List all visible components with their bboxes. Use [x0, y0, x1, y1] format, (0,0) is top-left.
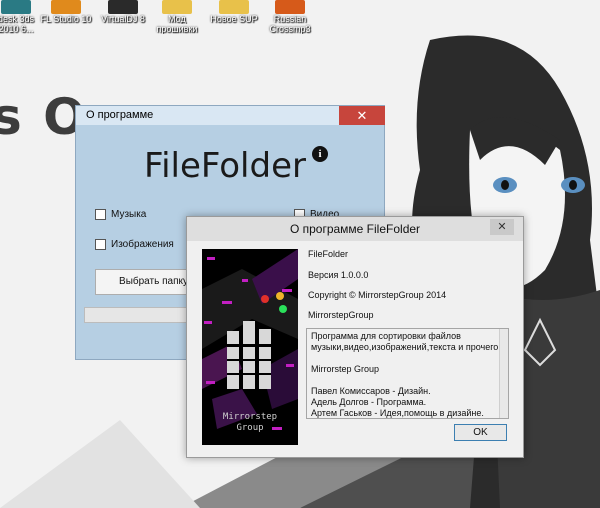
- images-checkbox[interactable]: Изображения: [95, 239, 174, 250]
- icon-label: FL Studio 10: [40, 14, 92, 24]
- description-line: Программа для сортировки файлов: [311, 331, 461, 341]
- description-line: Mirrorstep Group: [311, 364, 380, 374]
- copyright-text: Copyright © MirrorstepGroup 2014: [308, 290, 447, 300]
- desktop-icon-new-sup[interactable]: Новое SUP: [202, 0, 266, 24]
- logo-caption: Mirrorstep Group: [202, 412, 298, 434]
- checkbox-box[interactable]: [95, 209, 106, 220]
- version-text: Версия 1.0.0.0: [308, 270, 369, 280]
- about-dialog-title: О программе FileFolder: [289, 222, 421, 236]
- company-logo: Mirrorstep Group: [202, 249, 298, 445]
- icon-label: Russian: [273, 14, 307, 24]
- app-icon: [275, 0, 305, 14]
- icon-label: 2010 6...: [0, 24, 34, 34]
- folder-icon: [219, 0, 249, 14]
- scrollbar[interactable]: [499, 329, 508, 418]
- logo-line: Mirrorstep: [222, 412, 278, 422]
- company-name: MirrorstepGroup: [308, 310, 374, 320]
- icon-label: Мод: [168, 14, 186, 24]
- description-line: Адель Долгов - Программа.: [311, 397, 427, 407]
- icon-label: Новое SUP: [210, 14, 258, 24]
- description-line: [311, 375, 504, 386]
- music-checkbox[interactable]: Музыка: [95, 209, 146, 220]
- product-name: FileFolder: [308, 249, 349, 259]
- images-label: Изображения: [111, 239, 174, 250]
- close-button[interactable]: ✕: [490, 219, 514, 235]
- description-line: музыки,видео,изображений,текста и прочег…: [311, 342, 501, 352]
- logo-line: Group: [236, 423, 264, 433]
- main-window-title: О программе: [86, 109, 154, 121]
- app-icon: [1, 0, 31, 14]
- info-icon[interactable]: i: [312, 146, 328, 162]
- description-line: Артем Гаськов - Идея,помощь в дизайне.: [311, 408, 484, 418]
- ok-button[interactable]: OK: [454, 424, 507, 441]
- app-icon: [108, 0, 138, 14]
- close-icon: ✕: [497, 221, 507, 233]
- music-label: Музыка: [111, 209, 147, 220]
- description-line: [311, 353, 504, 364]
- icon-label: Crossmp3: [269, 24, 311, 34]
- desktop-icon-russian-crossmp3[interactable]: Russian Crossmp3: [258, 0, 322, 34]
- app-title: FileFolder: [144, 146, 306, 186]
- close-icon: ✕: [356, 108, 368, 123]
- desktop-icon-fl-studio[interactable]: FL Studio 10: [34, 0, 98, 24]
- close-button[interactable]: ✕: [339, 106, 385, 125]
- folder-icon: [162, 0, 192, 14]
- description-textbox[interactable]: Программа для сортировки файлов музыки,в…: [306, 328, 509, 419]
- icon-label: прошивки: [156, 24, 198, 34]
- checkbox-box[interactable]: [95, 239, 106, 250]
- app-icon: [51, 0, 81, 14]
- main-titlebar[interactable]: О программе ✕: [76, 106, 385, 125]
- desktop-icon-mod-firmware[interactable]: Мод прошивки: [145, 0, 209, 34]
- description-line: Павел Комиссаров - Дизайн.: [311, 386, 431, 396]
- about-titlebar[interactable]: О программе FileFolder ✕: [187, 217, 523, 241]
- about-dialog: О программе FileFolder ✕ Mirrorstep Grou…: [186, 216, 524, 458]
